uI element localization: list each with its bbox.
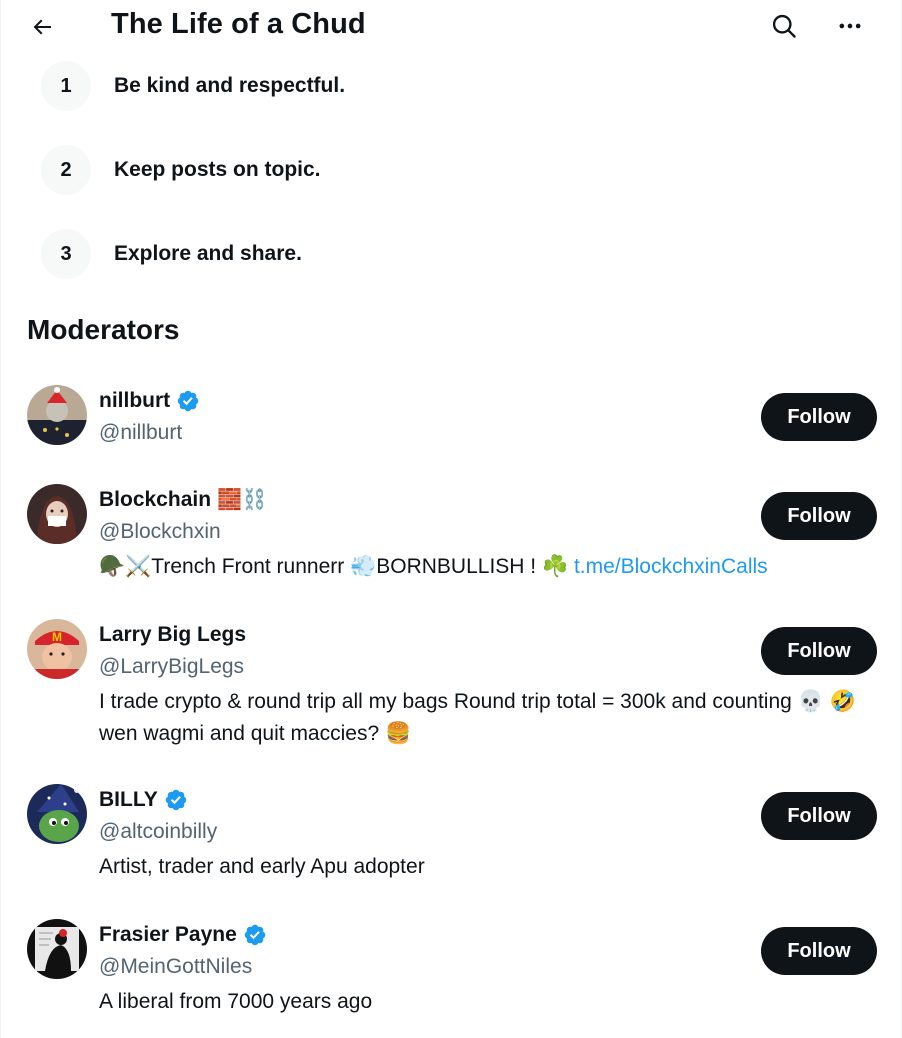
svg-text:M: M — [52, 630, 62, 644]
avatar[interactable] — [27, 919, 87, 979]
moderator-row[interactable]: BILLY @altcoinbilly Artist, trader and e… — [1, 784, 901, 894]
moderator-name[interactable]: Larry Big Legs — [99, 623, 246, 647]
verified-badge-icon — [164, 788, 188, 812]
follow-button[interactable]: Follow — [761, 393, 877, 441]
moderator-handle: @LarryBigLegs — [99, 655, 245, 678]
moderator-name-line[interactable]: nillburt — [99, 389, 200, 413]
moderator-row[interactable]: M Larry Big Legs @LarryBigLegs I trade c… — [1, 619, 901, 764]
follow-button[interactable]: Follow — [761, 492, 877, 540]
community-rules-page: The Life of a Chud 1 Be kind and respect… — [0, 0, 902, 1038]
moderator-handle: @Blockchxin — [99, 520, 221, 543]
rule-number: 1 — [41, 61, 91, 111]
avatar[interactable] — [27, 784, 87, 844]
more-options-button[interactable] — [829, 5, 871, 47]
verified-badge-icon — [243, 923, 267, 947]
moderators-heading: Moderators — [27, 314, 180, 345]
more-horizontal-icon — [839, 23, 861, 29]
rule-text: Be kind and respectful. — [114, 74, 346, 97]
avatar[interactable] — [27, 484, 87, 544]
name-emoji: 🧱⛓️ — [217, 489, 267, 511]
follow-button[interactable]: Follow — [761, 792, 877, 840]
moderator-name-line[interactable]: Frasier Payne — [99, 923, 267, 947]
moderator-handle: @nillburt — [99, 421, 183, 444]
moderator-row[interactable]: Frasier Payne @MeinGottNiles A liberal f… — [1, 919, 901, 1029]
moderator-bio: Artist, trader and early Apu adopter — [99, 855, 425, 878]
bio-text: 🪖⚔️Trench Front runnerr 💨BORNBULLISH ! ☘… — [99, 555, 574, 578]
follow-button[interactable]: Follow — [761, 627, 877, 675]
page-title: The Life of a Chud — [111, 8, 366, 40]
bio-link[interactable]: t.me/BlockchxinCalls — [574, 555, 768, 578]
moderator-row[interactable]: nillburt @nillburt Follow — [1, 385, 901, 465]
moderator-name-line[interactable]: Blockchain 🧱⛓️ — [99, 488, 267, 512]
rule-item: 1 Be kind and respectful. — [41, 61, 345, 111]
follow-button[interactable]: Follow — [761, 927, 877, 975]
moderator-row[interactable]: Blockchain 🧱⛓️ @Blockchxin 🪖⚔️Trench Fro… — [1, 484, 901, 594]
verified-badge-icon — [176, 389, 200, 413]
rule-text: Keep posts on topic. — [114, 158, 321, 181]
moderator-name[interactable]: Frasier Payne — [99, 923, 237, 947]
top-bar: The Life of a Chud — [1, 0, 901, 56]
moderator-name[interactable]: nillburt — [99, 389, 170, 413]
moderator-name-line[interactable]: BILLY — [99, 788, 188, 812]
search-icon — [772, 14, 796, 38]
arrow-left-icon — [33, 19, 51, 35]
moderator-bio: I trade crypto & round trip all my bags … — [99, 690, 856, 745]
moderator-name[interactable]: BILLY — [99, 788, 158, 812]
moderator-bio: A liberal from 7000 years ago — [99, 990, 373, 1013]
moderator-name-line[interactable]: Larry Big Legs — [99, 623, 246, 647]
moderator-handle: @altcoinbilly — [99, 820, 218, 843]
moderator-bio: 🪖⚔️Trench Front runnerr 💨BORNBULLISH ! ☘… — [99, 551, 889, 583]
rule-number: 2 — [41, 145, 91, 195]
back-button[interactable] — [21, 6, 63, 48]
avatar[interactable] — [27, 385, 87, 445]
rule-text: Explore and share. — [114, 242, 302, 265]
rule-item: 2 Keep posts on topic. — [41, 145, 321, 195]
moderator-name[interactable]: Blockchain — [99, 488, 211, 512]
rule-number: 3 — [41, 229, 91, 279]
moderator-handle: @MeinGottNiles — [99, 955, 253, 978]
rule-item: 3 Explore and share. — [41, 229, 302, 279]
avatar[interactable]: M — [27, 619, 87, 679]
search-button[interactable] — [763, 5, 805, 47]
